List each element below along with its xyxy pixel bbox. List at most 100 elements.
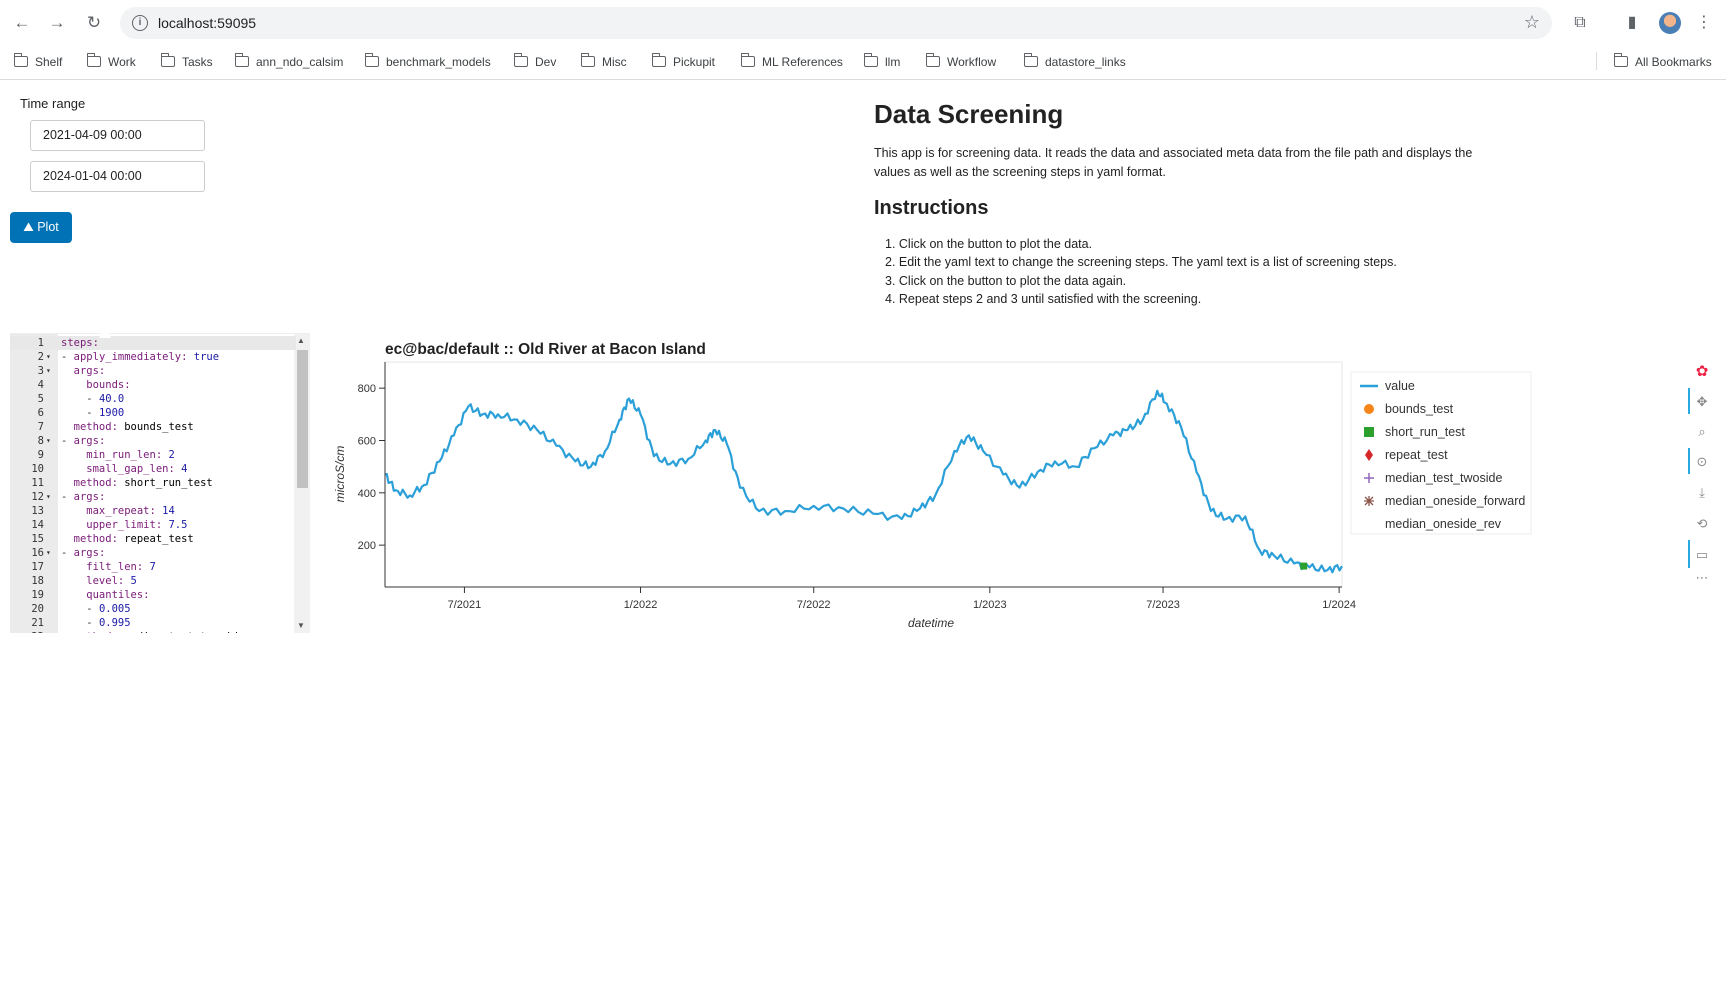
- fold-toggle-icon[interactable]: ▾: [46, 364, 51, 378]
- yaml-editor[interactable]: ▲ ▼ 1 steps: 2 ▾ - apply_immediately: true 3 ▾…: [10, 333, 310, 633]
- code-line[interactable]: 20 - 0.005: [10, 602, 296, 616]
- code-line[interactable]: 7 method: bounds_test: [10, 420, 296, 434]
- reset-tool-icon[interactable]: ⟲: [1694, 516, 1710, 532]
- bookmark-folder[interactable]: Workflow: [925, 53, 996, 69]
- code-text[interactable]: - 40.0: [61, 392, 124, 406]
- code-text[interactable]: method: median_test_twoside: [61, 630, 245, 633]
- code-line[interactable]: 14 upper_limit: 7.5: [10, 518, 296, 532]
- code-line[interactable]: 18 level: 5: [10, 574, 296, 588]
- code-line[interactable]: 1 steps:: [10, 336, 296, 350]
- plot-area[interactable]: [384, 361, 1343, 588]
- site-info-icon[interactable]: i: [132, 15, 148, 31]
- code-text[interactable]: upper_limit: 7.5: [61, 518, 187, 532]
- back-icon[interactable]: ←: [10, 11, 34, 35]
- bookmark-folder[interactable]: Misc: [580, 53, 627, 69]
- code-text[interactable]: - apply_immediately: true: [61, 350, 219, 364]
- code-line[interactable]: 3 ▾ args:: [10, 364, 296, 378]
- code-text[interactable]: - 0.995: [61, 616, 130, 630]
- bookmark-folder[interactable]: Pickupit: [651, 53, 715, 69]
- scroll-down-icon[interactable]: ▼: [297, 621, 305, 630]
- code-line[interactable]: 6 - 1900: [10, 406, 296, 420]
- code-text[interactable]: method: repeat_test: [61, 532, 194, 546]
- bookmark-folder[interactable]: Tasks: [160, 53, 213, 69]
- code-line[interactable]: 12 ▾ - args:: [10, 490, 296, 504]
- code-text[interactable]: steps:: [61, 336, 99, 350]
- code-line[interactable]: 5 - 40.0: [10, 392, 296, 406]
- end-datetime-input[interactable]: 2024-01-04 00:00: [30, 161, 205, 192]
- scroll-thumb[interactable]: [297, 350, 308, 488]
- bookmark-folder[interactable]: datastore_links: [1023, 53, 1126, 69]
- code-text[interactable]: - 0.005: [61, 602, 130, 616]
- fold-toggle-icon[interactable]: ▾: [46, 350, 51, 364]
- code-line[interactable]: 2 ▾ - apply_immediately: true: [10, 350, 296, 364]
- profile-avatar[interactable]: [1659, 12, 1681, 34]
- code-line[interactable]: 9 min_run_len: 2: [10, 448, 296, 462]
- code-line[interactable]: 21 - 0.995: [10, 616, 296, 630]
- box-zoom-tool-icon[interactable]: ⌕: [1694, 424, 1710, 440]
- code-line[interactable]: 13 max_repeat: 14: [10, 504, 296, 518]
- bookmark-star-icon[interactable]: ☆: [1524, 12, 1540, 33]
- plot-button[interactable]: ⛰ Plot: [10, 212, 72, 243]
- bookmark-folder[interactable]: ML References: [740, 53, 843, 69]
- code-line[interactable]: 15 method: repeat_test: [10, 532, 296, 546]
- bookmark-folder[interactable]: benchmark_models: [364, 53, 491, 69]
- code-line[interactable]: 10 small_gap_len: 4: [10, 462, 296, 476]
- bokeh-logo-icon[interactable]: ✿: [1694, 364, 1710, 380]
- hover-tool-icon[interactable]: ▭: [1694, 547, 1710, 563]
- code-text[interactable]: args:: [61, 364, 106, 378]
- legend-entry-label[interactable]: short_run_test: [1385, 425, 1465, 439]
- forward-icon[interactable]: →: [45, 11, 69, 35]
- bookmark-folder[interactable]: Dev: [513, 53, 556, 69]
- code-line[interactable]: 4 bounds:: [10, 378, 296, 392]
- address-bar[interactable]: i localhost:59095 ☆: [120, 7, 1552, 39]
- code-text[interactable]: - args:: [61, 434, 105, 448]
- bookmark-folder[interactable]: Work: [86, 53, 136, 69]
- legend-entry-label[interactable]: median_oneside_forward: [1385, 494, 1525, 508]
- code-text[interactable]: method: short_run_test: [61, 476, 213, 490]
- code-line[interactable]: 19 quantiles:: [10, 588, 296, 602]
- code-line[interactable]: 17 filt_len: 7: [10, 560, 296, 574]
- side-panel-icon[interactable]: ▮: [1620, 11, 1644, 35]
- reload-icon[interactable]: ↻: [82, 11, 106, 35]
- code-text[interactable]: small_gap_len: 4: [61, 462, 187, 476]
- legend-entry-label[interactable]: median_test_twoside: [1385, 471, 1502, 485]
- legend-entry-label[interactable]: repeat_test: [1385, 448, 1448, 462]
- fold-toggle-icon[interactable]: ▾: [46, 490, 51, 504]
- code-line[interactable]: 8 ▾ - args:: [10, 434, 296, 448]
- flag-point-short-run-test[interactable]: [1300, 562, 1308, 570]
- url-text[interactable]: localhost:59095: [158, 15, 256, 31]
- code-text[interactable]: bounds:: [61, 378, 130, 392]
- more-tools-icon[interactable]: ⋯: [1694, 570, 1710, 586]
- start-datetime-input[interactable]: 2021-04-09 00:00: [30, 120, 205, 151]
- code-text[interactable]: min_run_len: 2: [61, 448, 175, 462]
- save-tool-icon[interactable]: ⤓: [1694, 485, 1710, 501]
- code-text[interactable]: max_repeat: 14: [61, 504, 175, 518]
- all-bookmarks[interactable]: All Bookmarks: [1613, 53, 1712, 69]
- bookmark-folder[interactable]: ann_ndo_calsim: [234, 53, 343, 69]
- bookmark-folder[interactable]: Shelf: [13, 53, 62, 69]
- pan-tool-icon[interactable]: ✥: [1694, 394, 1710, 410]
- code-text[interactable]: quantiles:: [61, 588, 149, 602]
- scroll-up-icon[interactable]: ▲: [297, 336, 305, 345]
- code-text[interactable]: filt_len: 7: [61, 560, 156, 574]
- wheel-zoom-tool-icon[interactable]: ⊙: [1694, 454, 1710, 470]
- menu-kebab-icon[interactable]: ⋮: [1692, 11, 1716, 35]
- code-text[interactable]: - args:: [61, 546, 105, 560]
- code-line[interactable]: 22 method: median_test_twoside: [10, 630, 296, 633]
- code-text[interactable]: - args:: [61, 490, 105, 504]
- legend-entry-label[interactable]: value: [1385, 379, 1415, 393]
- code-line[interactable]: 11 method: short_run_test: [10, 476, 296, 490]
- code-text[interactable]: - 1900: [61, 406, 124, 420]
- code-text[interactable]: level: 5: [61, 574, 137, 588]
- editor-scrollbar[interactable]: ▲ ▼: [294, 334, 310, 633]
- bookmark-folder[interactable]: llm: [863, 53, 900, 69]
- code-text[interactable]: method: bounds_test: [61, 420, 194, 434]
- extensions-icon[interactable]: ⧉: [1568, 11, 1592, 35]
- fold-toggle-icon[interactable]: ▾: [46, 546, 51, 560]
- chart-legend[interactable]: value bounds_test short_run_test repeat_tes…: [1350, 371, 1532, 535]
- code-line[interactable]: 16 ▾ - args:: [10, 546, 296, 560]
- legend-entry-label[interactable]: bounds_test: [1385, 402, 1454, 416]
- fold-toggle-icon[interactable]: ▾: [46, 434, 51, 448]
- timeseries-chart[interactable]: ec@bac/default :: Old River at Bacon Isl…: [330, 334, 1660, 634]
- legend-entry-label[interactable]: median_oneside_rev: [1385, 517, 1502, 531]
